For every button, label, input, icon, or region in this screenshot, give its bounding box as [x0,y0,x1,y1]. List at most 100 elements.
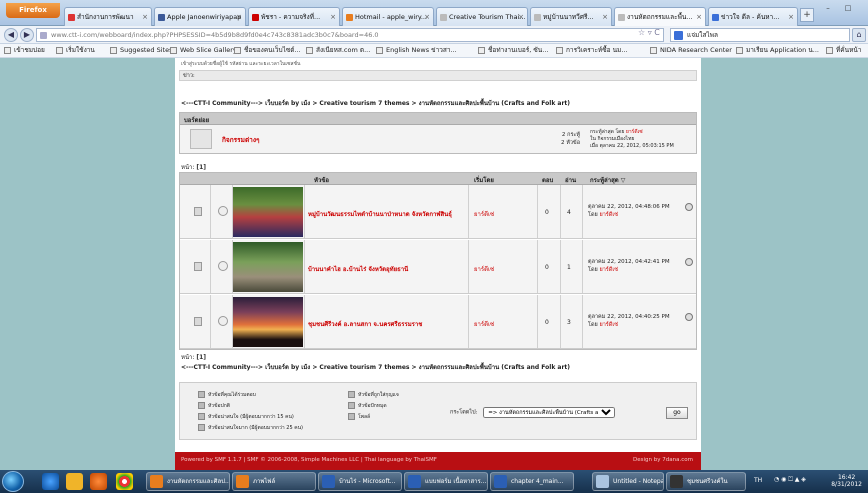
bookmark-star-icon[interactable]: ☆ ▿ C [638,28,660,37]
legend-icon [198,391,205,398]
topic-type-icon [194,317,202,326]
chrome-icon[interactable] [116,473,133,490]
system-tray: TH ◔ ◉ ⏍ ▲ ◈ 16:42 8/31/2012 [748,472,868,491]
internet-explorer-icon[interactable] [42,473,59,490]
new-tab-button[interactable]: + [800,8,814,22]
breadcrumb-bottom[interactable]: <---CTT-I Community---> เว็บบอร์ด by เม้… [181,362,570,372]
browser-tab[interactable]: พัชรา - ความจริงที่... × [248,7,340,26]
browser-tab[interactable]: Hotmail - apple_wiry... × [342,7,434,26]
topic-subject-link[interactable]: บ้านนาคำไฮ อ.บ้านไร่ จังหวัดอุทัยธานี [308,264,408,274]
message-icon [218,261,228,271]
col-replies[interactable]: ตอบ [542,175,553,185]
explorer-folder-icon[interactable] [66,473,83,490]
footer-credits: Powered by SMF 1.1.7 | SMF © 2006-2008, … [181,457,437,463]
search-input[interactable]: แจ่มใสไพล [670,28,850,42]
go-button[interactable]: go [666,407,688,419]
tab-favicon-icon [534,14,541,21]
taskbar-button[interactable]: ชุมชนศรีวงค์ใน [666,472,746,491]
home-icon[interactable]: ⌂ [852,28,866,42]
last-post-icon[interactable] [685,258,693,266]
topic-thumbnail[interactable] [233,187,303,237]
close-tab-icon[interactable]: × [518,8,524,26]
maximize-button[interactable]: □ [838,2,858,14]
app-icon [236,475,249,488]
legend-item: หัวข้อที่คุณได้ร่วมตอบ [198,391,256,399]
footer-design-credit[interactable]: Design by 7dana.com [633,457,693,463]
jump-to-select[interactable]: => งานหัตถกรรมและศิลปะพื้นบ้าน (Crafts a… [483,407,616,418]
url-bar[interactable]: www.ctt-i.com/webboard/index.php?PHPSESS… [36,28,664,42]
taskbar-button[interactable]: แบบฟอร์ม เนื้อหาสาร... [404,472,488,491]
taskbar-button[interactable]: chapter 4_main... [490,472,574,491]
bookmark-item[interactable]: NIDA Research Center [650,44,732,57]
icon-legend: กระโดดไป: => งานหัตถกรรมและศิลปะพื้นบ้าน… [179,382,697,440]
forward-button[interactable]: ▶ [20,28,34,42]
bookmark-item[interactable]: ชื่อท่างานเบอร์, ซัน... [478,44,548,57]
bookmark-item[interactable]: เริ่มใช้งาน [56,44,95,57]
topic-subject-link[interactable]: ชุมชนศีรีวงค์ อ.ลานสกา จ.นครศรีธรรมราช [308,319,422,329]
tab-favicon-icon [158,14,165,21]
browser-tab[interactable]: Apple Janoenwiriyapap × [154,7,246,26]
breadcrumb[interactable]: <---CTT-I Community---> เว็บบอร์ด by เม้… [181,98,570,108]
close-tab-icon[interactable]: × [424,8,430,26]
taskbar-button[interactable]: งานหัตถกรรมและศิลป... [146,472,230,491]
col-last-post[interactable]: กระทู้ล่าสุด ▽ [590,175,625,185]
breadcrumb-link[interactable]: <---CTT-I Community---> เว็บบอร์ด by เม้… [181,100,570,107]
tab-favicon-icon [440,14,447,21]
browser-tab[interactable]: Creative Tourism Thai... × [436,7,528,26]
close-tab-icon[interactable]: × [696,8,702,26]
start-button[interactable] [2,471,24,492]
last-post-user-link[interactable]: ยาร์ดีเซ่ [600,267,618,273]
tray-icons[interactable]: ◔ ◉ ⏍ ▲ ◈ [774,476,806,484]
legend-item: โพลล์ [348,413,370,421]
topic-thumbnail[interactable] [233,242,303,292]
bookmark-item[interactable]: การวิเคราะห์ซื้อ นม... [556,44,628,57]
topic-views: 1 [567,264,571,271]
close-tab-icon[interactable]: × [142,8,148,26]
table-row: บ้านนาคำไฮ อ.บ้านไร่ จังหวัดอุทัยธานี ยาร… [180,240,696,294]
browser-tab[interactable]: หมู่บ้านนาทวีศรี... × [530,7,612,26]
child-board-link[interactable]: กิจกรรมต่างๆ [222,135,259,145]
breadcrumb-bottom-link[interactable]: <---CTT-I Community---> เว็บบอร์ด by เม้… [181,364,570,371]
topic-starter-link[interactable]: ยาร์ดีเซ่ [474,319,494,329]
topic-thumbnail[interactable] [233,297,303,347]
close-tab-icon[interactable]: × [602,8,608,26]
bookmark-item[interactable]: English News ข่าวสา... [376,44,457,57]
browser-tab[interactable]: ข่าวใจ ดีล - ค้นหา... × [708,7,798,26]
bookmark-item[interactable]: มาเรียน Application น... [736,44,819,57]
tab-favicon-icon [618,14,625,21]
last-post-user-link[interactable]: ยาร์ดีเซ่ [600,322,618,328]
taskbar-button[interactable]: บ้านไร่ - Microsoft... [318,472,402,491]
clock[interactable]: 16:42 8/31/2012 [831,474,862,488]
language-indicator[interactable]: TH [754,477,762,484]
bookmark-item[interactable]: Web Slice Gallery [170,44,237,57]
topic-starter-link[interactable]: ยาร์ดีเซ่ [474,264,494,274]
col-views[interactable]: อ่าน [565,175,576,185]
close-tab-icon[interactable]: × [330,8,336,26]
browser-tab[interactable]: สำนักงานการพัฒนา × [64,7,152,26]
browser-tab[interactable]: งานหัตถกรรมและพื้น... × [614,7,706,26]
bookmark-item[interactable]: Suggested Sites [110,44,173,57]
back-button[interactable]: ◀ [4,28,18,42]
topic-subject-link[interactable]: หมู่บ้านวัฒนธรรมไทดำบ้านนาป่าหนาด จังหวั… [308,209,452,219]
page-number[interactable]: [1] [196,164,206,171]
last-post-icon[interactable] [685,313,693,321]
last-post-user-link[interactable]: ยาร์ดีเซ่ [600,212,618,218]
firefox-menu-button[interactable]: Firefox [6,3,60,18]
page-number-bottom[interactable]: [1] [196,354,206,361]
bookmark-item[interactable]: ชื่อของคนเว็บไซต์... [234,44,301,57]
last-post-user-link[interactable]: ยาร์ดีเซ่ [626,129,643,135]
taskbar-button[interactable]: ภาพไฟล์ [232,472,316,491]
last-post-icon[interactable] [685,203,693,211]
col-starter[interactable]: เริ่มโดย [474,175,494,185]
close-tab-icon[interactable]: × [788,8,794,26]
bookmark-item[interactable]: เข้าชมบ่อย [4,44,45,57]
bookmark-item[interactable]: สังเนียหส.com ต... [306,44,370,57]
login-note: เข้าสู่ระบบด้วยชื่อผู้ใช้ รหัสผ่าน และระ… [181,61,301,67]
col-subject[interactable]: หัวข้อ [314,175,329,185]
media-player-icon[interactable] [90,473,107,490]
minimize-button[interactable]: – [818,2,838,14]
taskbar-button[interactable]: Untitled - Notepad [592,472,664,491]
topic-starter-link[interactable]: ยาร์ดีเซ่ [474,209,494,219]
bookmark-item[interactable]: ที่คั่นหน้า [826,44,861,57]
close-tab-icon[interactable]: × [236,8,242,26]
